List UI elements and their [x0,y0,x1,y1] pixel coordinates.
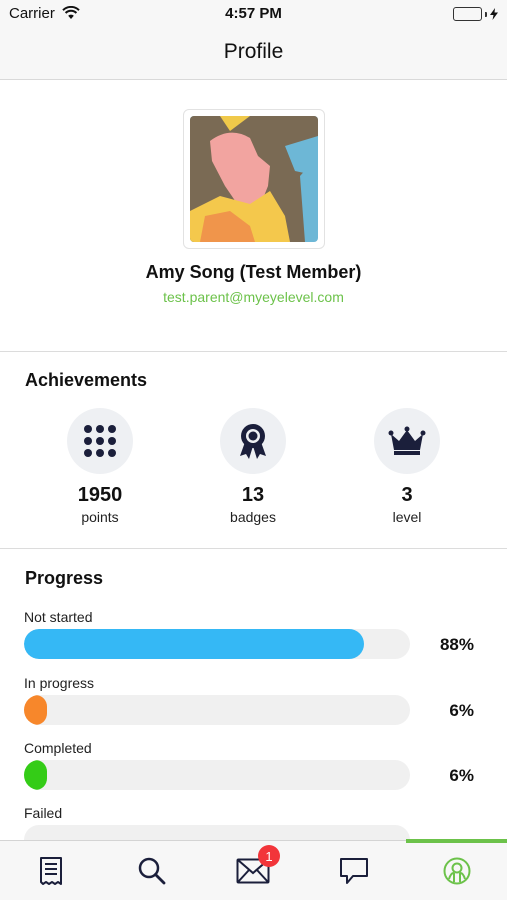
badges-label: badges [230,509,276,525]
achievements-section: Achievements 1950 points 13 badges 3 lev… [0,352,507,549]
nav-bar: Profile [0,28,507,80]
search-icon [138,857,165,885]
progress-row-in-progress: In progress 6% [0,675,507,741]
achievement-badges[interactable]: 13 badges [193,408,313,525]
progress-bar-fill [24,629,364,659]
progress-label: Not started [24,609,93,625]
progress-row-not-started: Not started 88% [0,609,507,675]
points-value: 1950 [77,484,123,506]
tab-search[interactable] [101,841,202,900]
achievement-points[interactable]: 1950 points [40,408,160,525]
tab-messages[interactable]: 1 [202,841,303,900]
tab-receipt[interactable] [0,841,101,900]
level-label: level [392,509,422,525]
dots-grid-icon [67,408,133,474]
progress-label: In progress [24,675,95,691]
progress-percent: 6% [449,766,474,785]
active-tab-indicator [406,839,507,843]
progress-percent: 88% [439,635,474,654]
badges-value: 13 [241,484,265,506]
tab-bar: 1 [0,839,507,900]
progress-bar-fill [24,695,48,725]
charging-bolt-icon [490,8,498,20]
page-title: Profile [223,40,284,63]
profile-icon [443,857,470,885]
achievements-title: Achievements [25,370,148,390]
progress-bar-fill [24,760,48,790]
progress-label: Completed [24,740,92,756]
level-value: 3 [401,484,413,506]
profile-section: Amy Song (Test Member) test.parent@myeye… [0,80,507,352]
unread-badge: 1 [258,845,280,867]
chat-bubble-icon [339,858,368,884]
points-label: points [81,509,119,525]
profile-name: Amy Song (Test Member) [145,262,362,282]
award-ribbon-icon [220,408,286,474]
progress-section: Progress Not started 88% In progress 6% … [0,549,507,840]
progress-bar-track [24,629,410,659]
clock: 4:57 PM [225,5,282,22]
progress-row-failed: Failed [0,805,507,840]
progress-bar-track [24,695,410,725]
progress-percent: 6% [449,701,474,720]
achievement-level[interactable]: 3 level [347,408,467,525]
status-bar: Carrier 4:57 PM [0,0,507,28]
avatar-frame[interactable] [183,109,325,249]
tab-profile[interactable] [406,839,507,900]
battery-icon [453,7,498,21]
progress-row-completed: Completed 6% [0,740,507,806]
crown-icon [374,408,440,474]
progress-bar-track [24,760,410,790]
progress-bar-track [24,825,410,840]
avatar [190,116,318,242]
receipt-icon [39,857,62,885]
progress-label: Failed [24,805,63,821]
profile-email: test.parent@myeyelevel.com [163,289,344,305]
progress-title: Progress [25,568,104,588]
tab-chat[interactable] [303,841,404,900]
